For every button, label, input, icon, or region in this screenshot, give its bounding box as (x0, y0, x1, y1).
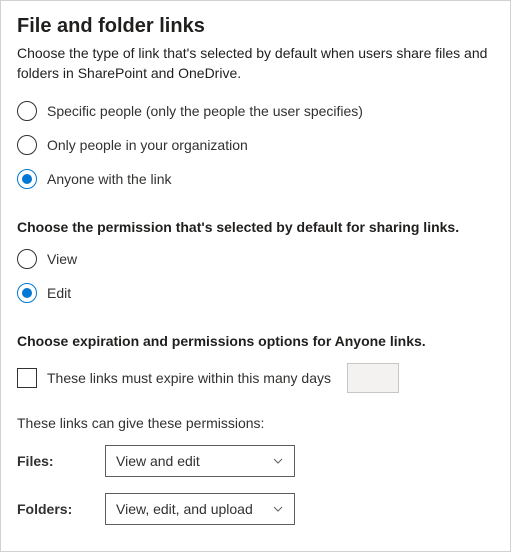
files-row: Files: View and edit (17, 445, 494, 477)
expire-days-input[interactable] (347, 363, 399, 393)
radio-icon (17, 101, 37, 121)
radio-org-only[interactable]: Only people in your organization (17, 135, 494, 155)
link-type-description: Choose the type of link that's selected … (17, 44, 494, 83)
give-permissions-label: These links can give these permissions: (17, 415, 494, 431)
radio-label: Specific people (only the people the use… (47, 103, 363, 119)
expire-label: These links must expire within this many… (47, 370, 331, 386)
files-label: Files: (17, 453, 105, 469)
radio-icon (17, 283, 37, 303)
chevron-down-icon (272, 455, 284, 467)
radio-icon (17, 249, 37, 269)
folders-label: Folders: (17, 501, 105, 517)
permission-heading: Choose the permission that's selected by… (17, 219, 494, 235)
expiration-heading: Choose expiration and permissions option… (17, 333, 494, 349)
radio-specific-people[interactable]: Specific people (only the people the use… (17, 101, 494, 121)
radio-view[interactable]: View (17, 249, 494, 269)
files-dropdown-value: View and edit (116, 453, 200, 469)
chevron-down-icon (272, 503, 284, 515)
link-type-radio-group: Specific people (only the people the use… (17, 101, 494, 189)
expire-checkbox[interactable] (17, 368, 37, 388)
permission-radio-group: View Edit (17, 249, 494, 303)
radio-edit[interactable]: Edit (17, 283, 494, 303)
expire-row: These links must expire within this many… (17, 363, 494, 393)
radio-icon (17, 135, 37, 155)
folders-dropdown[interactable]: View, edit, and upload (105, 493, 295, 525)
radio-icon (17, 169, 37, 189)
page-title: File and folder links (17, 15, 494, 38)
radio-label: Edit (47, 285, 71, 301)
folders-row: Folders: View, edit, and upload (17, 493, 494, 525)
radio-label: Only people in your organization (47, 137, 248, 153)
radio-label: Anyone with the link (47, 171, 172, 187)
files-dropdown[interactable]: View and edit (105, 445, 295, 477)
folders-dropdown-value: View, edit, and upload (116, 501, 253, 517)
radio-anyone[interactable]: Anyone with the link (17, 169, 494, 189)
radio-label: View (47, 251, 77, 267)
